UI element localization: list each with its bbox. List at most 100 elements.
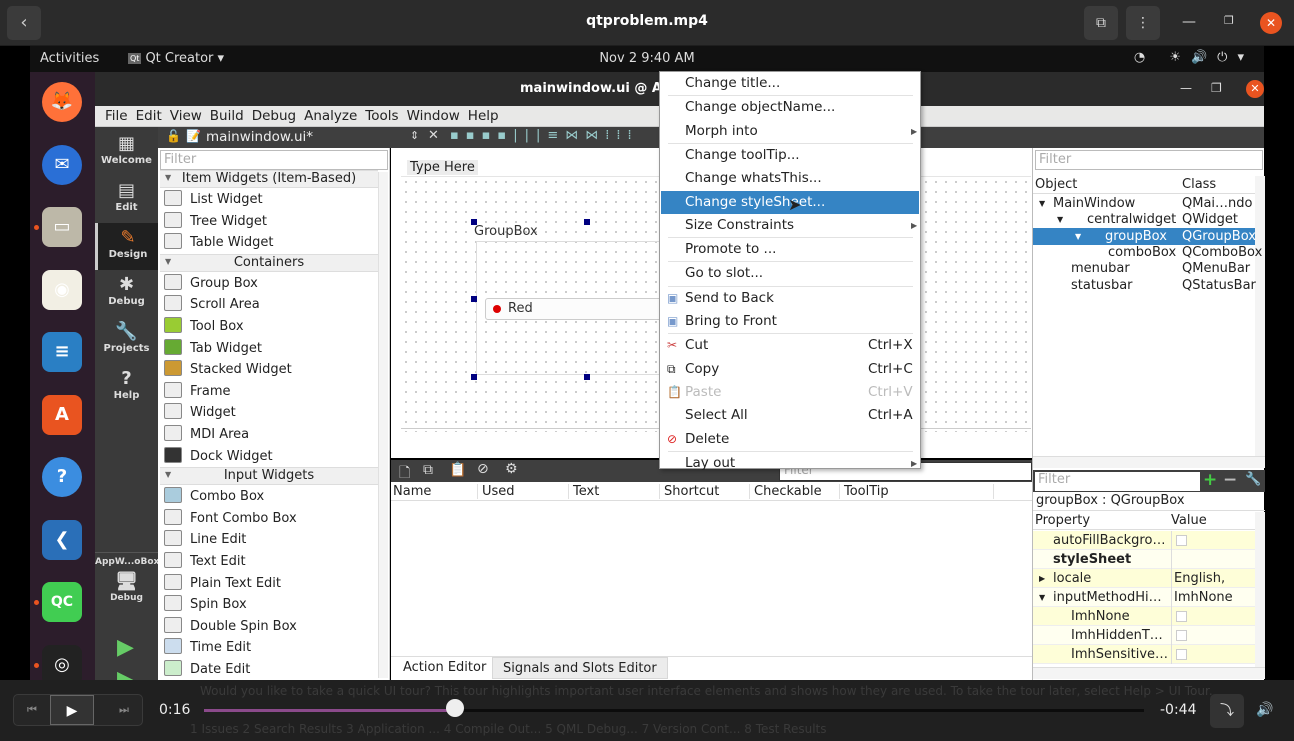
column-text[interactable]: Text	[573, 484, 660, 499]
close-button[interactable]: ✕	[1260, 12, 1282, 34]
dock-app-files[interactable]: ▭	[42, 207, 82, 247]
menu-item-go-to-slot[interactable]: Go to slot...	[661, 262, 919, 285]
widget-item[interactable]: Group Box	[162, 273, 378, 294]
menu-item-send-to-back[interactable]: ▣ Send to Back	[661, 287, 919, 310]
dock-app-obs-studio[interactable]: ◎	[42, 644, 82, 685]
property-value[interactable]: ImhNone	[1171, 588, 1233, 607]
widget-item[interactable]: MDI Area	[162, 424, 378, 445]
dock-app-thunderbird[interactable]: ✉	[42, 144, 82, 185]
maximize-button[interactable]: ❐	[1224, 14, 1234, 27]
property-checkbox[interactable]	[1176, 535, 1187, 546]
selection-handle[interactable]	[584, 219, 590, 225]
widget-item[interactable]: Double Spin Box	[162, 616, 378, 637]
combobox[interactable]: Red	[485, 298, 665, 320]
dock-app-firefox[interactable]: 🦊	[42, 82, 82, 122]
menu-edit[interactable]: Edit	[132, 106, 166, 124]
widget-item[interactable]: Table Widget	[162, 232, 378, 253]
document-tab[interactable]: mainwindow.ui*	[206, 129, 313, 145]
delete-action-icon[interactable]: ⊘	[477, 461, 489, 477]
widget-item[interactable]: Plain Text Edit	[162, 573, 378, 594]
selection-handle[interactable]	[471, 296, 477, 302]
menu-build[interactable]: Build	[206, 106, 248, 124]
seek-handle[interactable]	[445, 699, 464, 717]
object-row[interactable]: comboBox QComboBox	[1033, 244, 1262, 261]
qt-maximize-button[interactable]: ❐	[1211, 81, 1222, 95]
widget-item[interactable]: Frame	[162, 381, 378, 402]
selection-handle[interactable]	[471, 219, 477, 225]
add-property-icon[interactable]: +	[1203, 470, 1217, 490]
menu-item-select-all[interactable]: Select All Ctrl+A	[661, 404, 919, 427]
object-filter-input[interactable]: Filter	[1035, 150, 1263, 170]
widget-box-scrollbar[interactable]	[378, 172, 388, 678]
column-shortcut[interactable]: Shortcut	[664, 484, 750, 499]
widget-item[interactable]: Stacked Widget	[162, 359, 378, 380]
widget-item[interactable]: Scroll Area	[162, 294, 378, 315]
widget-item[interactable]: Tool Box	[162, 316, 378, 337]
menu-item-cut[interactable]: ✂ Cut Ctrl+X	[661, 334, 919, 357]
close-document-icon[interactable]: ✕	[428, 128, 439, 143]
run-button[interactable]: ▶	[117, 635, 134, 660]
dock-app-libreoffice-writer[interactable]: ≡	[42, 332, 82, 372]
menu-item-paste[interactable]: 📋 Paste Ctrl+V	[661, 381, 919, 404]
column-checkable[interactable]: Checkable	[754, 484, 840, 499]
player-menu-button[interactable]: ⋮	[1126, 6, 1160, 40]
column-value[interactable]: Value	[1171, 513, 1207, 528]
widget-item[interactable]: Date Edit	[162, 659, 378, 680]
selection-handle[interactable]	[471, 374, 477, 380]
property-checkbox[interactable]	[1176, 611, 1187, 622]
property-row[interactable]: ▼ inputMethodHi… ImhNone	[1033, 588, 1255, 607]
qt-close-button[interactable]: ✕	[1246, 80, 1264, 98]
column-property[interactable]: Property	[1035, 513, 1090, 528]
menu-item-change-tooltip[interactable]: Change toolTip...	[661, 144, 919, 167]
mode-projects[interactable]: 🔧 Projects	[95, 317, 158, 364]
menu-debug[interactable]: Debug	[248, 106, 300, 124]
property-checkbox[interactable]	[1176, 630, 1187, 641]
settings-gear-icon[interactable]: ⚙	[505, 461, 518, 477]
menu-help[interactable]: Help	[464, 106, 503, 124]
tab-signals-slots-editor[interactable]: Signals and Slots Editor	[492, 657, 668, 679]
dock-app-rhythmbox[interactable]: ◉	[42, 269, 82, 310]
object-row[interactable]: ▼ MainWindow QMai…ndo	[1033, 195, 1255, 212]
object-row[interactable]: menubar QMenuBar	[1033, 260, 1255, 277]
column-object[interactable]: Object	[1035, 177, 1077, 192]
widget-item[interactable]: Line Edit	[162, 529, 378, 550]
menu-file[interactable]: File	[101, 106, 132, 124]
skip-forward-button[interactable]: ⏭	[106, 695, 142, 725]
object-horizontal-scrollbar[interactable]	[1033, 456, 1265, 468]
property-checkbox[interactable]	[1176, 649, 1187, 660]
dock-app-help[interactable]: ?	[42, 457, 82, 497]
widget-category[interactable]: ▼ Containers	[160, 253, 378, 272]
tab-action-editor[interactable]: Action Editor	[393, 657, 496, 679]
wrench-icon[interactable]: 🔧	[1245, 472, 1261, 487]
loop-button[interactable]: ⤵	[1210, 694, 1244, 728]
remove-property-icon[interactable]: −	[1223, 470, 1237, 490]
widget-item[interactable]: Time Edit	[162, 637, 378, 658]
property-row[interactable]: ▶ locale English, India	[1033, 569, 1255, 605]
widget-item[interactable]: Tree Widget	[162, 211, 378, 232]
property-value[interactable]	[1171, 645, 1187, 664]
property-value[interactable]	[1171, 626, 1187, 645]
property-row[interactable]: ImhSensitive…	[1033, 645, 1255, 664]
qt-minimize-button[interactable]: —	[1180, 81, 1192, 95]
menu-item-promote-to[interactable]: Promote to ...	[661, 238, 919, 261]
menu-item-change-title[interactable]: Change title...	[661, 72, 919, 95]
column-tooltip[interactable]: ToolTip	[844, 484, 994, 499]
property-row[interactable]: ImhNone	[1033, 607, 1255, 626]
property-filter-input[interactable]: Filter	[1035, 472, 1200, 491]
widget-item[interactable]: Spin Box	[162, 594, 378, 615]
menu-item-copy[interactable]: ⧉ Copy Ctrl+C	[661, 358, 919, 381]
widget-item[interactable]: Widget	[162, 402, 378, 423]
copy-action-icon[interactable]: ⧉	[423, 462, 433, 478]
object-vertical-scrollbar[interactable]	[1255, 176, 1265, 456]
widget-item[interactable]: Text Edit	[162, 551, 378, 572]
column-used[interactable]: Used	[482, 484, 569, 499]
mode-edit[interactable]: ▤ Edit	[95, 176, 158, 223]
object-row[interactable]: ▼ centralwidget QWidget	[1033, 211, 1255, 228]
property-value[interactable]	[1171, 550, 1174, 569]
menu-item-size-constraints[interactable]: Size Constraints ▶	[661, 214, 919, 237]
menu-analyze[interactable]: Analyze	[300, 106, 361, 124]
widget-item[interactable]: List Widget	[162, 189, 378, 210]
object-row[interactable]: ▼ groupBox QGroupBox	[1033, 227, 1256, 245]
action-table[interactable]	[391, 501, 1032, 656]
picture-in-picture-button[interactable]: ⧉	[1084, 6, 1118, 40]
